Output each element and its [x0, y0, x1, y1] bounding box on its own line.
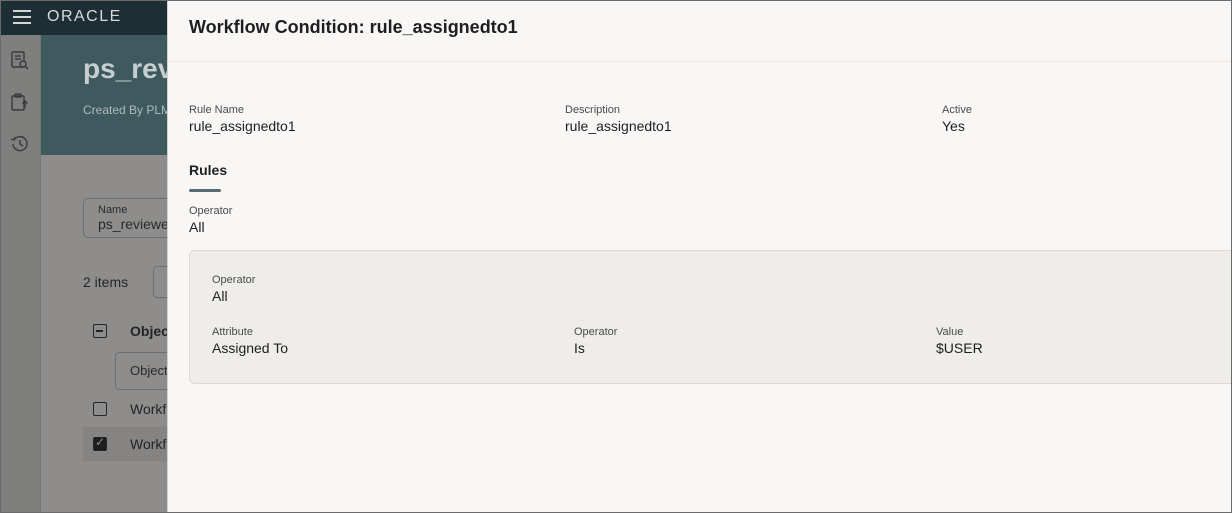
document-search-icon[interactable]	[10, 50, 30, 70]
column-filter-input[interactable]: Object	[115, 352, 175, 390]
condition-operator-label: Operator	[574, 326, 618, 338]
description-field: Description rule_assignedto1	[565, 104, 672, 134]
active-field: Active Yes	[942, 104, 972, 134]
condition-value-label: Value	[936, 326, 964, 338]
rules-section-underline	[189, 189, 221, 192]
condition-attribute-label: Attribute	[212, 326, 253, 338]
select-all-checkbox[interactable]	[93, 324, 107, 338]
app-window: ORACLE ps_revi Created By PLM Name ps_re…	[0, 0, 1232, 513]
active-label: Active	[942, 104, 972, 116]
nav-rail	[1, 35, 41, 512]
clipboard-upload-icon[interactable]	[10, 92, 30, 112]
drawer-header-divider	[168, 61, 1231, 62]
active-value: Yes	[942, 118, 965, 134]
created-by-text: Created By PLM	[83, 103, 172, 117]
group-operator-field: Operator All	[212, 274, 255, 304]
rules-operator-value: All	[189, 219, 205, 235]
oracle-logo: ORACLE	[47, 8, 122, 25]
rule-name-label: Rule Name	[189, 104, 245, 116]
row-label: Workf	[130, 436, 167, 452]
drawer-title: Workflow Condition: rule_assignedto1	[189, 17, 518, 37]
condition-operator-field: Operator Is	[574, 326, 617, 356]
condition-attribute-value: Assigned To	[212, 340, 289, 356]
condition-value-field: Value $USER	[936, 326, 983, 356]
row-label: Workf	[130, 401, 167, 417]
condition-attribute-field: Attribute Assigned To	[212, 326, 288, 356]
row-checkbox[interactable]	[93, 435, 107, 451]
description-label: Description	[565, 104, 621, 116]
condition-operator-value: Is	[574, 340, 585, 356]
row-checkbox[interactable]	[93, 402, 107, 416]
condition-value-value: $USER	[936, 340, 983, 356]
group-operator-label: Operator	[212, 274, 256, 286]
history-icon[interactable]	[10, 134, 30, 154]
group-operator-value: All	[212, 288, 228, 304]
rule-group-card: Operator All Attribute Assigned To Opera…	[189, 250, 1231, 384]
rule-name-field: Rule Name rule_assignedto1	[189, 104, 296, 134]
hamburger-menu-icon[interactable]	[13, 10, 31, 24]
description-value: rule_assignedto1	[565, 118, 672, 134]
rule-name-value: rule_assignedto1	[189, 118, 296, 134]
rules-operator-label: Operator	[189, 205, 233, 217]
items-count: 2 items	[83, 274, 129, 290]
rules-section-title: Rules	[189, 162, 228, 178]
workflow-condition-drawer: Workflow Condition: rule_assignedto1 Rul…	[167, 1, 1231, 512]
table-column-header[interactable]: Objec	[130, 323, 169, 339]
rules-operator-field: Operator All	[189, 205, 232, 235]
